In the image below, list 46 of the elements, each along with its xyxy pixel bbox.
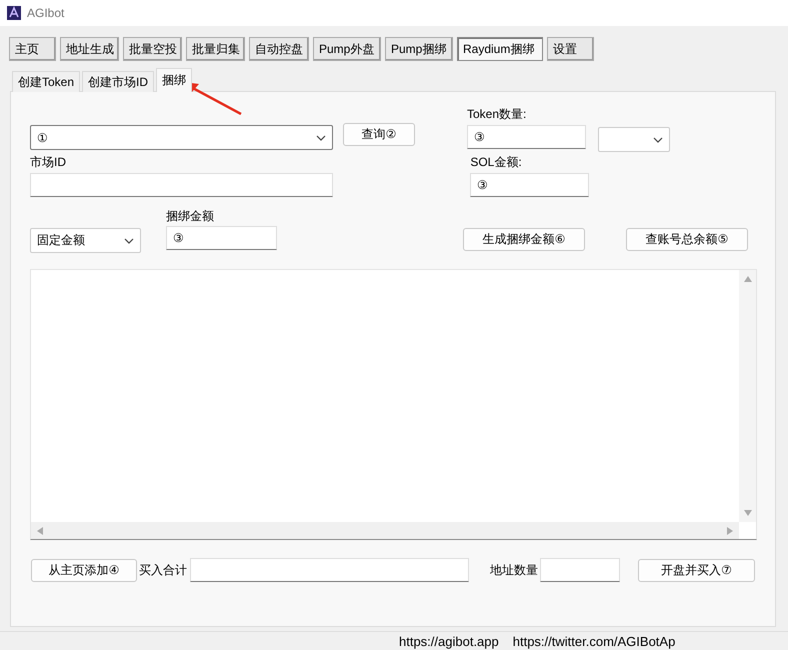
address-count-field[interactable] xyxy=(540,558,620,582)
token-select[interactable]: ① xyxy=(30,125,333,150)
sub-tab[interactable]: 捆绑 xyxy=(156,68,192,92)
main-tab[interactable]: 批量归集 xyxy=(186,37,245,61)
market-id-label: 市场ID xyxy=(30,154,67,170)
main-tab[interactable]: Pump外盘 xyxy=(313,37,381,61)
scroll-right-icon[interactable] xyxy=(727,526,733,534)
token-amount-field[interactable]: ③ xyxy=(467,125,586,149)
horizontal-scrollbar[interactable] xyxy=(31,522,739,539)
address-count-label: 地址数量 xyxy=(490,562,538,578)
scroll-left-icon[interactable] xyxy=(37,526,43,534)
check-balance-button[interactable]: 查账号总余额⑤ xyxy=(626,228,748,251)
main-tab[interactable]: Raydium捆绑 xyxy=(457,37,543,61)
token-amount-label: Token数量: xyxy=(467,106,528,122)
main-tab[interactable]: 设置 xyxy=(547,37,594,61)
chevron-down-icon xyxy=(653,136,663,142)
generate-amount-button[interactable]: 生成捆绑金额⑥ xyxy=(463,228,585,251)
bundle-amount-field[interactable]: ③ xyxy=(166,226,277,250)
total-buy-label: 买入合计 xyxy=(139,562,187,578)
query-button[interactable]: 查询② xyxy=(343,123,415,146)
launch-buy-button[interactable]: 开盘并买入⑦ xyxy=(638,558,755,582)
vertical-scrollbar[interactable] xyxy=(739,270,756,522)
sub-tab[interactable]: 创建Token xyxy=(12,71,80,92)
sol-amount-label: SOL金额: xyxy=(469,154,523,170)
sol-amount-field[interactable]: ③ xyxy=(470,173,589,197)
add-from-home-button[interactable]: 从主页添加④ xyxy=(31,558,137,582)
main-tab[interactable]: 地址生成 xyxy=(60,37,119,61)
scroll-up-icon[interactable] xyxy=(744,276,752,282)
main-tab[interactable]: 自动控盘 xyxy=(249,37,309,61)
chevron-down-icon xyxy=(124,238,134,244)
sub-tab[interactable]: 创建市场ID xyxy=(82,71,154,92)
log-text-area[interactable] xyxy=(30,269,757,540)
main-tab[interactable]: 批量空投 xyxy=(123,37,182,61)
amount-mode-select[interactable]: 固定金额 xyxy=(30,228,141,253)
scroll-down-icon[interactable] xyxy=(744,510,752,516)
status-link[interactable]: https://agibot.app xyxy=(399,634,499,648)
status-link[interactable]: https://twitter.com/AGIBotAp xyxy=(512,634,676,648)
main-tab[interactable]: Pump捆绑 xyxy=(385,37,453,61)
unit-select[interactable] xyxy=(598,127,670,152)
main-tab[interactable]: 主页 xyxy=(9,37,56,61)
total-buy-field[interactable] xyxy=(190,558,469,582)
market-id-field[interactable] xyxy=(30,173,333,197)
app-logo-icon xyxy=(7,6,21,20)
chevron-down-icon xyxy=(316,134,326,140)
window-title: AGIbot xyxy=(27,6,64,20)
bundle-amount-label: 捆绑金额 xyxy=(166,208,215,224)
